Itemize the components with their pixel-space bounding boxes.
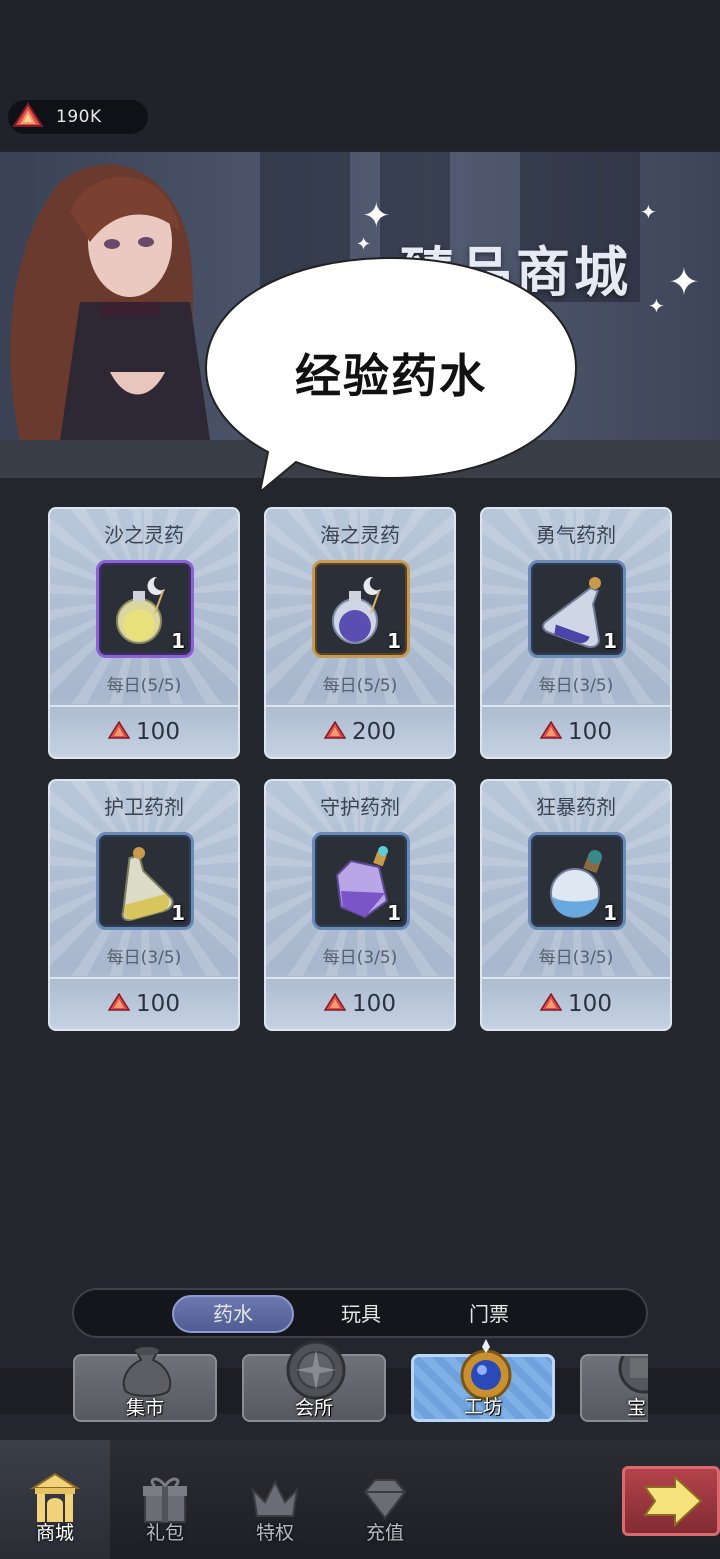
sparkle-icon: ✦ <box>648 294 665 318</box>
nav-label: 商城 <box>35 1522 74 1544</box>
shop-item-card[interactable]: 守护药剂 1 每日(3/5) 100 <box>264 779 456 1031</box>
item-name: 勇气药剂 <box>536 523 616 547</box>
item-name: 狂暴药剂 <box>536 795 616 819</box>
item-price-value: 100 <box>136 719 180 745</box>
nav-recharge[interactable]: 充值 <box>330 1440 440 1559</box>
daily-limit: 每日(5/5) <box>106 676 182 696</box>
red-gem-icon <box>540 721 563 739</box>
item-quantity: 1 <box>603 901 617 925</box>
red-gem-icon <box>108 721 131 739</box>
shop-item-card[interactable]: 狂暴药剂 1 每日(3/5) 100 <box>480 779 672 1031</box>
item-quantity: 1 <box>171 629 185 653</box>
next-arrow-button[interactable] <box>622 1466 720 1536</box>
sparkle-icon: ✦ <box>668 260 700 304</box>
item-name: 沙之灵药 <box>104 523 184 547</box>
shop-tab-label: 工坊 <box>463 1396 502 1418</box>
shop-tab-label: 宝 <box>626 1397 646 1419</box>
item-price[interactable]: 100 <box>50 991 238 1017</box>
item-quantity: 1 <box>171 901 185 925</box>
item-name: 守护药剂 <box>320 795 400 819</box>
item-price[interactable]: 100 <box>482 719 670 745</box>
red-gem-icon <box>324 993 347 1011</box>
shop-tab-treasure[interactable]: 宝 <box>580 1354 648 1422</box>
item-price[interactable]: 100 <box>50 719 238 745</box>
shop-item-card[interactable]: 勇气药剂 1 每日(3/5) 100 <box>480 507 672 759</box>
shop-item-card[interactable]: 沙之灵药 1 每日(5/5) 100 <box>48 507 240 759</box>
nav-label: 充值 <box>365 1522 404 1544</box>
item-price-value: 100 <box>568 719 612 745</box>
shop-tab-workshop[interactable]: 工坊 <box>411 1339 555 1422</box>
item-price[interactable]: 100 <box>266 991 454 1017</box>
item-slot: 1 <box>312 560 410 658</box>
sparkle-icon: ✦ <box>640 200 657 224</box>
item-quantity: 1 <box>387 629 401 653</box>
item-name: 海之灵药 <box>320 523 400 547</box>
item-price-value: 100 <box>568 991 612 1017</box>
item-slot: 1 <box>96 832 194 930</box>
item-quantity: 1 <box>603 629 617 653</box>
tab-toys[interactable]: 玩具 <box>300 1295 422 1333</box>
nav-label: 礼包 <box>145 1522 184 1544</box>
bottom-navigation: 商城 礼包 特权 充值 <box>0 1440 720 1559</box>
red-gem-icon <box>108 993 131 1011</box>
sparkle-icon: ✦ <box>362 196 391 236</box>
tab-tickets[interactable]: 门票 <box>428 1295 550 1333</box>
item-price[interactable]: 100 <box>482 991 670 1017</box>
shop-item-card[interactable]: 护卫药剂 1 每日(3/5) 100 <box>48 779 240 1031</box>
shop-item-card[interactable]: 海之灵药 1 每日(5/5) 200 <box>264 507 456 759</box>
red-gem-icon <box>12 102 44 127</box>
nav-privilege[interactable]: 特权 <box>220 1440 330 1559</box>
item-price[interactable]: 200 <box>266 719 454 745</box>
item-price-value: 200 <box>352 719 396 745</box>
red-gem-icon <box>540 993 563 1011</box>
sparkle-icon: ✦ <box>356 234 372 255</box>
item-slot: 1 <box>528 832 626 930</box>
tab-potions[interactable]: 药水 <box>172 1295 294 1333</box>
daily-limit: 每日(3/5) <box>322 948 398 968</box>
item-slot: 1 <box>312 832 410 930</box>
item-name: 护卫药剂 <box>104 795 184 819</box>
daily-limit: 每日(3/5) <box>538 676 614 696</box>
daily-limit: 每日(5/5) <box>322 676 398 696</box>
currency-display[interactable]: 190K <box>8 100 148 134</box>
arrow-right-icon <box>643 1474 703 1528</box>
category-tabs: 药水 玩具 门票 <box>72 1288 648 1338</box>
item-price-value: 100 <box>136 991 180 1017</box>
shop-tab-label: 集市 <box>125 1397 164 1419</box>
item-quantity: 1 <box>387 901 401 925</box>
nav-gift-pack[interactable]: 礼包 <box>110 1440 220 1559</box>
item-slot: 1 <box>96 560 194 658</box>
daily-limit: 每日(3/5) <box>538 948 614 968</box>
red-gem-icon <box>324 721 347 739</box>
item-price-value: 100 <box>352 991 396 1017</box>
nav-shop[interactable]: 商城 <box>0 1440 110 1559</box>
shop-tab-club[interactable]: 会所 <box>242 1340 386 1422</box>
daily-limit: 每日(3/5) <box>106 948 182 968</box>
shop-tab-market[interactable]: 集市 <box>73 1347 217 1422</box>
speech-bubble-text: 经验药水 <box>295 349 487 403</box>
item-slot: 1 <box>528 560 626 658</box>
nav-label: 特权 <box>255 1522 294 1544</box>
shop-tab-label: 会所 <box>294 1397 333 1419</box>
currency-amount: 190K <box>56 107 102 127</box>
